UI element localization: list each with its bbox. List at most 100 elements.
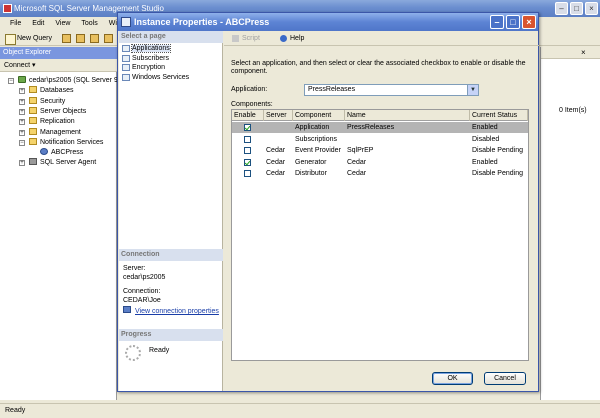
dialog-minimize-icon[interactable]: – xyxy=(490,15,504,29)
tree-node[interactable]: + Databases xyxy=(19,86,73,96)
toolbar-icon-2[interactable] xyxy=(76,34,85,43)
view-connection-properties-link[interactable]: View connection properties xyxy=(135,307,219,316)
enable-checkbox[interactable] xyxy=(244,124,251,131)
connection-value: CEDAR\Joe xyxy=(123,297,161,304)
toolbar-icon-3[interactable] xyxy=(90,34,99,43)
script-button[interactable]: Script xyxy=(232,33,260,44)
main-window-controls: – □ × xyxy=(555,2,598,15)
components-grid: Enable Server Component Name Current Status … xyxy=(231,109,529,361)
page-item-subscribers[interactable]: Subscribers xyxy=(121,54,221,63)
toolbar-icon-1[interactable] xyxy=(62,34,71,43)
tree-node[interactable]: + SQL Server Agent xyxy=(19,158,97,168)
menu-item-file[interactable]: File xyxy=(10,17,21,31)
page-selector-panel: Select a page Applications Subscribers Enc… xyxy=(119,31,223,391)
page-item-label: Windows Services xyxy=(132,73,190,81)
server-value: cedar\ps2005 xyxy=(123,274,166,281)
cell-server: Cedar xyxy=(266,147,286,155)
progress-spinner-icon xyxy=(125,345,141,361)
help-button[interactable]: Help xyxy=(280,33,304,44)
page-icon xyxy=(122,73,130,81)
page-item-applications[interactable]: Applications xyxy=(121,44,221,53)
tree-node[interactable]: + Server Objects xyxy=(19,106,86,117)
object-explorer-tree[interactable]: − cedar\ps2005 (SQL Server 9.0 + Databases +… xyxy=(0,72,124,400)
instance-properties-dialog: Instance Properties - ABCPress – □ × Sel… xyxy=(117,12,539,392)
progress-header: Progress xyxy=(119,329,223,341)
cell-status: Disabled xyxy=(472,135,500,143)
tree-node[interactable]: ABCPress xyxy=(40,148,83,158)
application-label: Application: xyxy=(231,86,268,93)
cell-name: Cedar xyxy=(347,170,367,178)
enable-checkbox[interactable] xyxy=(244,147,251,155)
expand-icon[interactable]: + xyxy=(19,160,25,167)
collapse-icon[interactable]: − xyxy=(19,139,25,146)
main-close-icon[interactable]: × xyxy=(585,2,598,15)
menu-item-edit[interactable]: Edit xyxy=(32,17,44,31)
cell-server: Cedar xyxy=(266,158,286,166)
dialog-close-icon[interactable]: × xyxy=(522,15,536,29)
expand-icon[interactable]: + xyxy=(19,129,25,136)
cancel-button[interactable]: Cancel xyxy=(484,372,526,385)
page-item-label: Encryption xyxy=(132,64,166,71)
cell-status: Enabled xyxy=(472,158,498,166)
table-row[interactable]: Cedar Event Provider SqlPrEP Disable Pendin… xyxy=(232,145,528,156)
collapse-icon[interactable]: − xyxy=(8,78,14,84)
agent-icon xyxy=(29,158,37,166)
progress-status: Ready xyxy=(149,347,170,354)
tree-node[interactable]: + Management xyxy=(19,127,81,138)
enable-checkbox[interactable] xyxy=(244,158,251,166)
expand-icon[interactable]: + xyxy=(19,119,25,126)
table-row[interactable]: Subscriptions Disabled xyxy=(232,134,528,145)
dialog-title: Instance Properties - ABCPress xyxy=(134,17,270,27)
expand-icon[interactable]: + xyxy=(19,88,25,95)
tree-node-label: SQL Server Agent xyxy=(40,159,97,167)
toolbar-icon-4[interactable] xyxy=(104,34,113,43)
dialog-maximize-icon[interactable]: □ xyxy=(506,15,520,29)
tree-node[interactable]: + Replication xyxy=(19,117,75,127)
cell-status: Disable Pending xyxy=(472,170,523,178)
page-item-label: Applications xyxy=(131,44,171,53)
ok-button[interactable]: OK xyxy=(432,372,473,385)
table-row[interactable]: Cedar Distributor Cedar Disable Pending xyxy=(232,168,528,179)
connect-button[interactable]: Connect ▾ xyxy=(4,62,36,69)
tree-node[interactable]: − Notification Services xyxy=(19,137,103,148)
table-row[interactable]: Application PressReleases Enabled xyxy=(232,122,528,133)
menu-item-view[interactable]: View xyxy=(55,17,70,31)
page-item-encryption[interactable]: Encryption xyxy=(121,63,221,72)
server-label: Server: xyxy=(123,265,146,272)
page-icon xyxy=(122,45,130,52)
cell-status: Enabled xyxy=(472,124,498,131)
summary-close-icon[interactable]: × xyxy=(581,48,586,57)
dialog-window-controls: – □ × xyxy=(490,15,536,29)
main-minimize-icon[interactable]: – xyxy=(555,2,568,15)
expand-icon[interactable]: + xyxy=(19,108,25,115)
folder-icon xyxy=(29,96,37,104)
column-header[interactable]: Component xyxy=(293,110,345,121)
cell-name: PressReleases xyxy=(347,124,395,131)
column-header[interactable]: Name xyxy=(345,110,470,121)
script-icon xyxy=(232,35,239,42)
main-maximize-icon[interactable]: □ xyxy=(570,2,583,15)
tree-node-label: ABCPress xyxy=(51,149,84,157)
folder-icon xyxy=(29,127,37,135)
ssms-app-icon xyxy=(3,4,12,13)
connection-properties-icon xyxy=(123,306,131,313)
page-item-windows-services[interactable]: Windows Services xyxy=(121,73,221,82)
menu-item-tools[interactable]: Tools xyxy=(81,17,97,31)
cell-server xyxy=(264,122,293,133)
column-header[interactable]: Server xyxy=(264,110,293,121)
tree-node[interactable]: − cedar\ps2005 (SQL Server 9.0 xyxy=(8,76,124,86)
column-header[interactable]: Enable xyxy=(232,110,264,121)
cell-name: SqlPrEP xyxy=(347,147,374,155)
expand-icon[interactable]: + xyxy=(19,98,25,105)
application-dropdown[interactable]: PressReleases ▼ xyxy=(304,84,479,96)
folder-icon xyxy=(29,106,37,114)
dialog-title-bar[interactable]: Instance Properties - ABCPress – □ × xyxy=(118,13,538,31)
tree-node[interactable]: + Security xyxy=(19,96,65,107)
enable-checkbox[interactable] xyxy=(244,135,251,143)
table-row[interactable]: Cedar Generator Cedar Enabled xyxy=(232,157,528,168)
column-header[interactable]: Current Status xyxy=(470,110,528,121)
chevron-down-icon[interactable]: ▼ xyxy=(467,85,478,95)
new-query-button[interactable]: New Query xyxy=(5,33,52,45)
enable-checkbox[interactable] xyxy=(244,170,251,178)
dialog-description: Select an application, and then select o… xyxy=(231,60,526,75)
